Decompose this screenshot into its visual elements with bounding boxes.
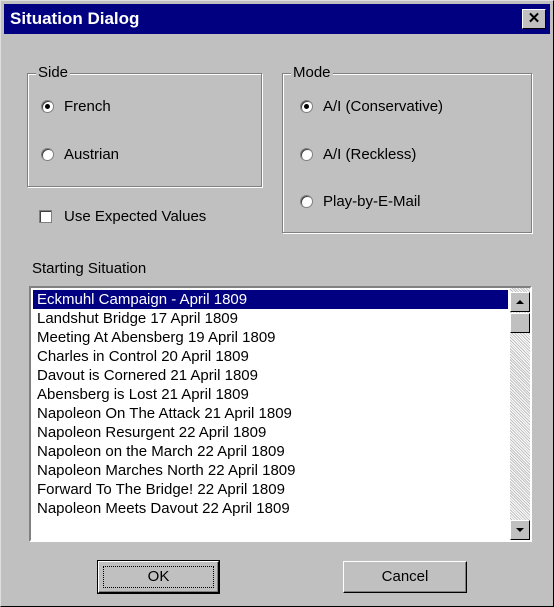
- side-group: Side: [27, 64, 262, 187]
- radio-austrian-indicator[interactable]: [41, 147, 54, 161]
- radio-ai-reckless-label: A/I (Reckless): [323, 145, 417, 163]
- scrollbar-thumb[interactable]: [510, 313, 530, 333]
- list-item[interactable]: Davout is Cornered 21 April 1809: [33, 366, 508, 385]
- radio-ai-conservative[interactable]: A/I (Conservative): [300, 96, 443, 116]
- scroll-up-button[interactable]: [510, 292, 530, 312]
- mode-group-label: Mode: [291, 64, 333, 82]
- list-item[interactable]: Charles in Control 20 April 1809: [33, 347, 508, 366]
- window-title: Situation Dialog: [10, 9, 140, 28]
- radio-ai-reckless-indicator[interactable]: [300, 147, 313, 161]
- cancel-button[interactable]: Cancel: [343, 561, 467, 593]
- cancel-button-label: Cancel: [381, 568, 429, 585]
- vertical-scrollbar[interactable]: [510, 288, 530, 540]
- arrow-up-icon: [516, 300, 524, 304]
- close-icon: ✕: [527, 10, 541, 27]
- list-item[interactable]: Napoleon on the March 22 April 1809: [33, 442, 508, 461]
- situation-list: Eckmuhl Campaign - April 1809 Landshut B…: [33, 290, 508, 518]
- list-item[interactable]: Napoleon Meets Davout 22 April 1809: [33, 499, 508, 518]
- list-item[interactable]: Landshut Bridge 17 April 1809: [33, 309, 508, 328]
- use-expected-values-box[interactable]: [39, 209, 52, 223]
- use-expected-values-label: Use Expected Values: [64, 207, 207, 225]
- radio-play-by-email-indicator[interactable]: [300, 194, 313, 208]
- list-item[interactable]: Eckmuhl Campaign - April 1809: [33, 290, 508, 309]
- ok-button[interactable]: OK: [97, 560, 220, 594]
- list-item[interactable]: Forward To The Bridge! 22 April 1809: [33, 480, 508, 499]
- radio-austrian-label: Austrian: [64, 145, 120, 163]
- title-bar[interactable]: Situation Dialog ✕: [4, 4, 550, 34]
- radio-play-by-email-label: Play-by-E-Mail: [323, 192, 421, 210]
- radio-french[interactable]: French: [41, 96, 111, 116]
- radio-play-by-email[interactable]: Play-by-E-Mail: [300, 191, 421, 211]
- radio-french-indicator[interactable]: [41, 99, 54, 113]
- scroll-down-button[interactable]: [510, 520, 530, 540]
- use-expected-values-checkbox[interactable]: Use Expected Values: [39, 206, 206, 226]
- side-group-label: Side: [36, 64, 71, 82]
- starting-situation-listbox[interactable]: Eckmuhl Campaign - April 1809 Landshut B…: [29, 286, 532, 542]
- focus-rectangle: [103, 566, 214, 588]
- starting-situation-label: Starting Situation: [32, 260, 147, 277]
- radio-french-label: French: [64, 97, 111, 115]
- radio-ai-reckless[interactable]: A/I (Reckless): [300, 144, 416, 164]
- arrow-down-icon: [516, 528, 524, 532]
- list-item[interactable]: Napoleon Resurgent 22 April 1809: [33, 423, 508, 442]
- situation-dialog-window: Situation Dialog ✕ Side French Austrian …: [0, 0, 554, 607]
- list-item[interactable]: Napoleon Marches North 22 April 1809: [33, 461, 508, 480]
- radio-austrian[interactable]: Austrian: [41, 144, 119, 164]
- close-button[interactable]: ✕: [522, 9, 546, 29]
- radio-ai-conservative-label: A/I (Conservative): [323, 97, 444, 115]
- list-item[interactable]: Meeting At Abensberg 19 April 1809: [33, 328, 508, 347]
- list-item[interactable]: Abensberg is Lost 21 April 1809: [33, 385, 508, 404]
- radio-ai-conservative-indicator[interactable]: [300, 99, 313, 113]
- list-item[interactable]: Napoleon On The Attack 21 April 1809: [33, 404, 508, 423]
